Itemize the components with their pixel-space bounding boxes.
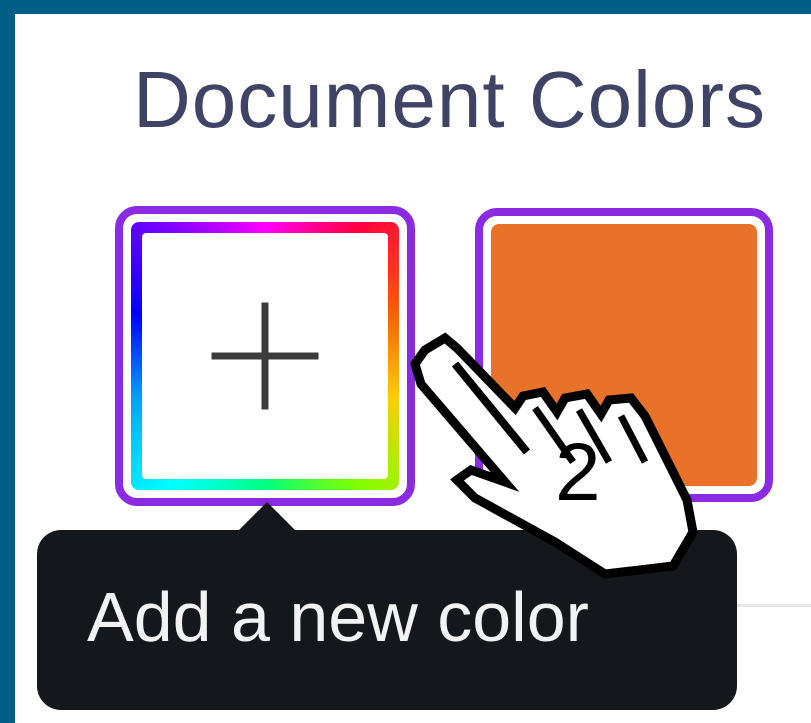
add-color-button[interactable]: [115, 206, 415, 506]
plus-icon: [211, 302, 319, 410]
section-title: Document Colors: [133, 55, 767, 144]
tooltip-arrow: [237, 502, 297, 532]
step-number: 2: [555, 427, 601, 518]
tooltip-text: Add a new color: [87, 578, 589, 656]
